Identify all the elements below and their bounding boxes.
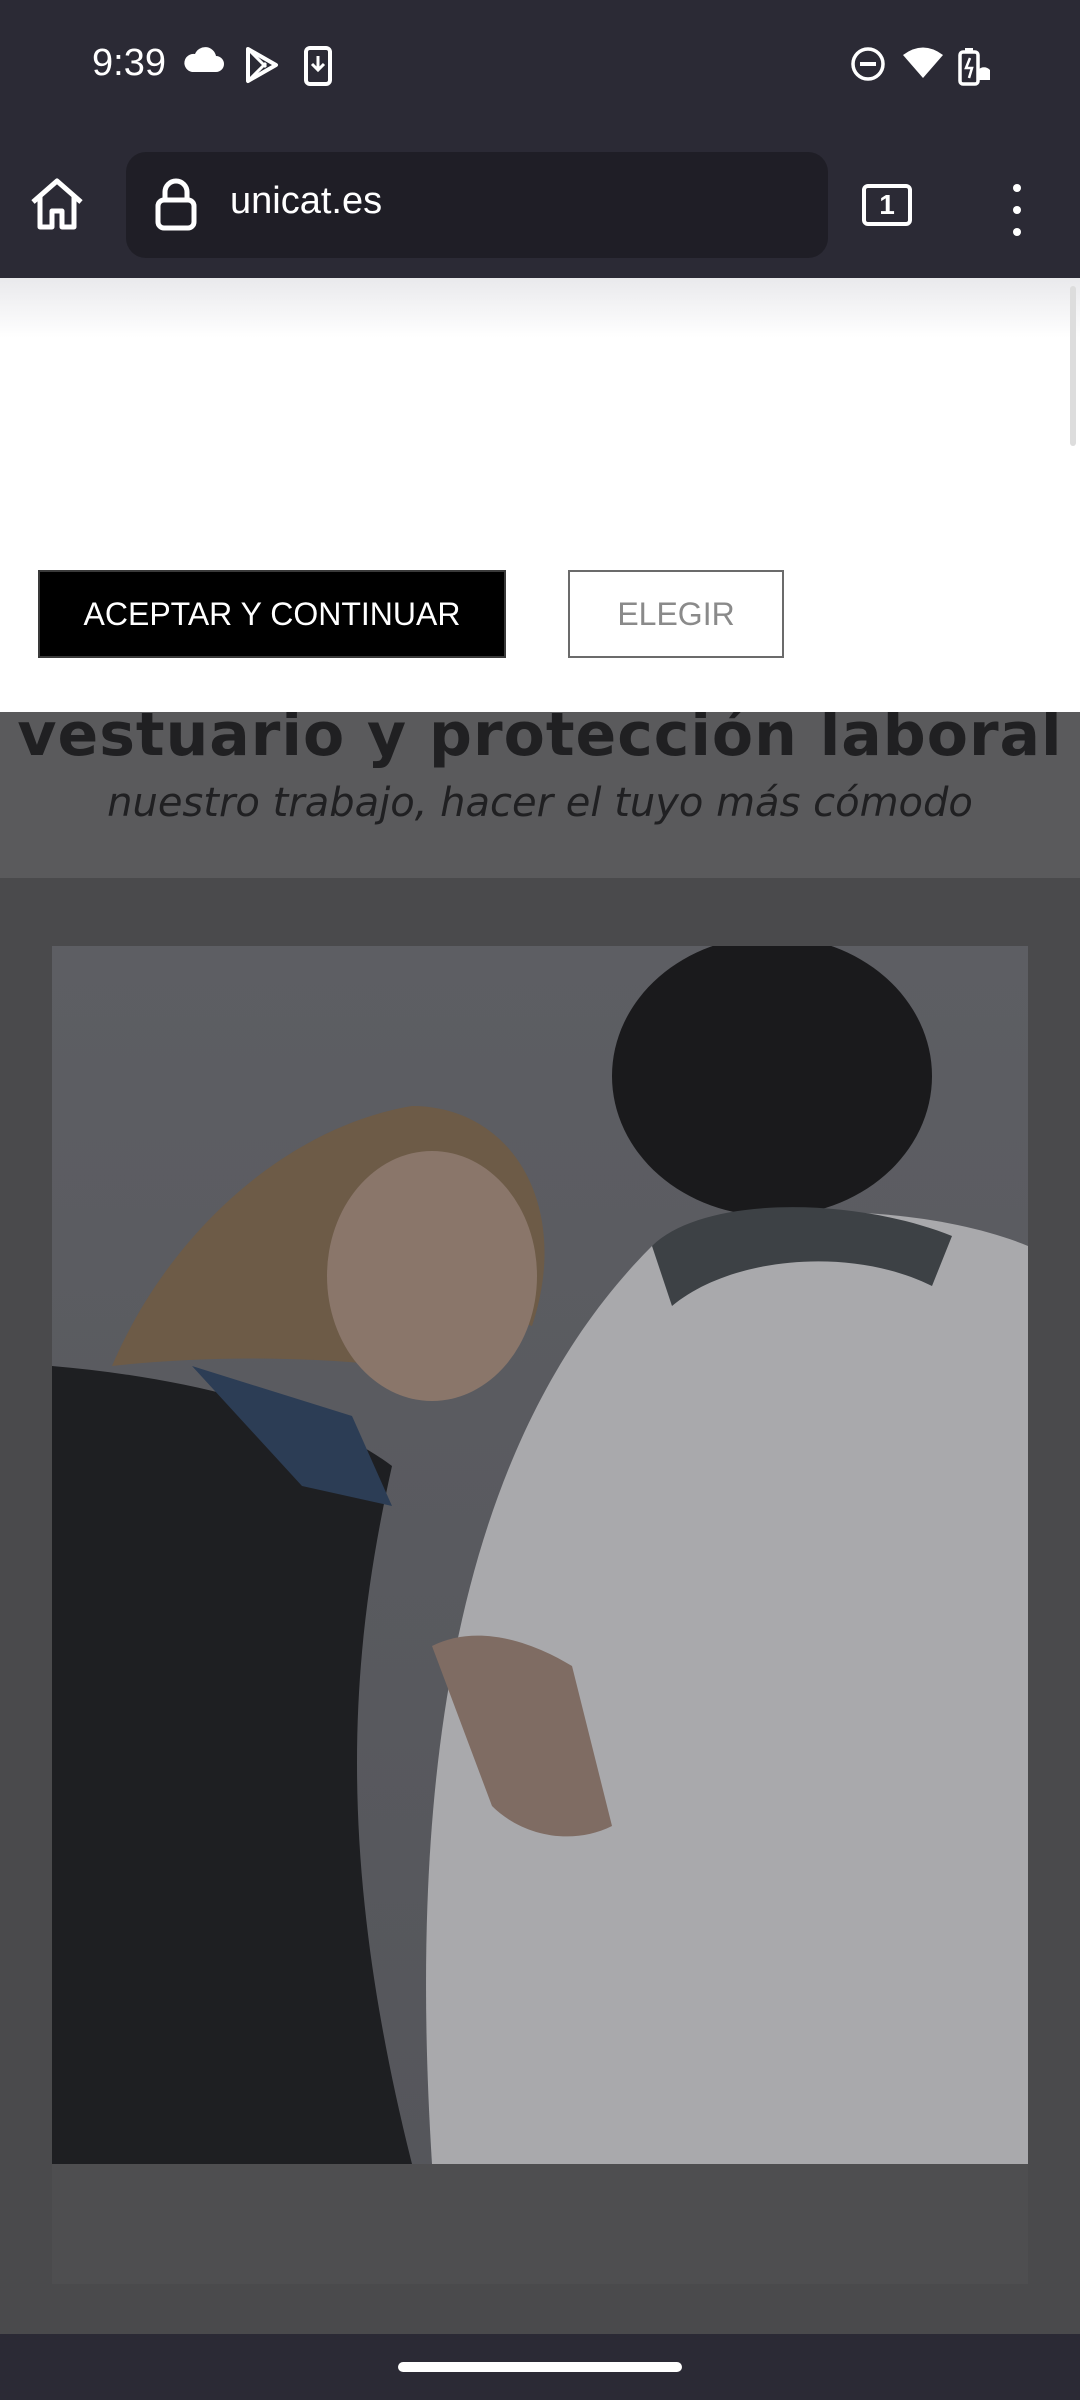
address-bar[interactable]: unicat.es bbox=[126, 152, 828, 258]
navigation-bar bbox=[0, 2334, 1080, 2400]
wifi-icon bbox=[902, 46, 944, 85]
page-subheadline: nuestro trabajo, hacer el tuyo más cómod… bbox=[107, 780, 973, 826]
accept-and-continue-button[interactable]: ACEPTAR Y CONTINUAR bbox=[38, 570, 506, 658]
home-icon bbox=[31, 178, 83, 230]
lock-icon bbox=[154, 178, 198, 237]
menu-button[interactable] bbox=[1000, 182, 1034, 238]
download-icon bbox=[304, 46, 332, 91]
play-store-icon bbox=[244, 46, 280, 89]
scrollbar[interactable] bbox=[1070, 286, 1076, 446]
page-footer-block bbox=[52, 2164, 1028, 2284]
choose-button[interactable]: ELEGIR bbox=[568, 570, 784, 658]
dnd-icon bbox=[850, 46, 886, 87]
cloud-icon bbox=[182, 46, 224, 81]
home-button[interactable] bbox=[28, 176, 98, 242]
status-bar: 9:39 bbox=[0, 0, 1080, 140]
tab-count: 1 bbox=[862, 184, 912, 226]
hero-photo bbox=[52, 946, 1028, 2164]
home-gesture-bar[interactable] bbox=[398, 2362, 682, 2372]
clock: 9:39 bbox=[92, 42, 166, 84]
browser-toolbar: unicat.es 1 bbox=[0, 140, 1080, 278]
cookie-consent-panel: ACEPTAR Y CONTINUAR ELEGIR bbox=[0, 278, 1080, 712]
tab-switcher-button[interactable]: 1 bbox=[862, 184, 916, 230]
url-text: unicat.es bbox=[230, 180, 383, 222]
battery-icon bbox=[956, 46, 992, 93]
